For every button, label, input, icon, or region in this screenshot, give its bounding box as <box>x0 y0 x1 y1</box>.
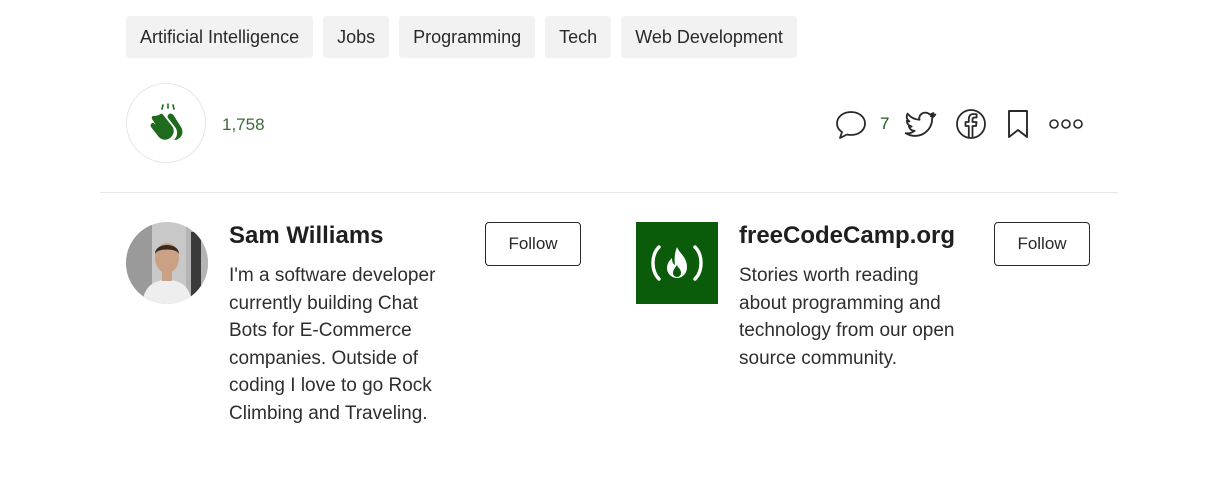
tag-jobs[interactable]: Jobs <box>323 16 390 58</box>
follow-author-button[interactable]: Follow <box>485 222 581 266</box>
twitter-icon <box>905 111 937 137</box>
more-icon <box>1049 119 1084 129</box>
author-photo <box>126 222 208 304</box>
clap-icon <box>150 103 183 140</box>
publication-name[interactable]: freeCodeCamp.org <box>739 222 955 250</box>
author-avatar[interactable] <box>126 222 208 304</box>
share-facebook-button[interactable] <box>955 108 987 140</box>
post-actions: 7 <box>834 106 1084 142</box>
publication-description: Stories worth reading about programming … <box>739 265 955 369</box>
bookmark-icon <box>1008 110 1029 138</box>
clap-button[interactable] <box>126 83 206 163</box>
tag-artificial-intelligence[interactable]: Artificial Intelligence <box>126 16 314 58</box>
follow-publication-button[interactable]: Follow <box>994 222 1090 266</box>
tag-tech[interactable]: Tech <box>545 16 612 58</box>
tag-list: Artificial Intelligence Jobs Programming… <box>126 16 797 58</box>
publication-logo[interactable] <box>636 222 718 304</box>
responses-button[interactable] <box>834 107 868 141</box>
bookmark-button[interactable] <box>1005 108 1031 140</box>
author-name[interactable]: Sam Williams <box>229 222 384 250</box>
divider <box>100 192 1118 193</box>
facebook-icon <box>956 109 987 139</box>
response-icon <box>836 111 866 139</box>
tag-web-development[interactable]: Web Development <box>621 16 797 58</box>
tag-programming[interactable]: Programming <box>399 16 536 58</box>
more-options-button[interactable] <box>1049 117 1084 131</box>
author-bio: I'm a software developer currently build… <box>229 265 436 424</box>
clap-count: 1,758 <box>222 115 265 134</box>
fire-icon <box>651 245 703 281</box>
response-count: 7 <box>880 114 890 133</box>
share-twitter-button[interactable] <box>903 107 937 141</box>
